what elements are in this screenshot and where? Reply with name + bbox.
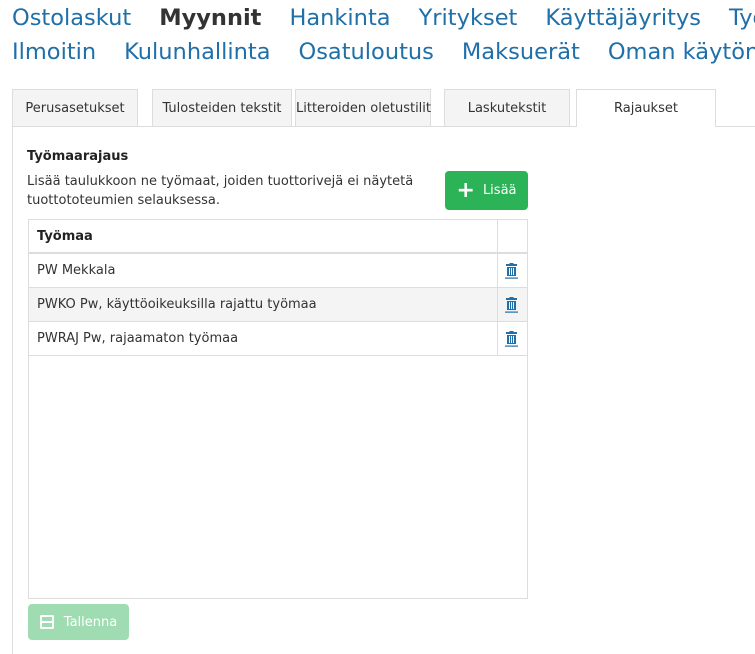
nav-item-oman-kayton[interactable]: Oman käytön A	[608, 39, 755, 65]
table-row: PWRAJ Pw, rajaamaton työmaa	[29, 322, 527, 356]
nav-item-ilmoitin[interactable]: Ilmoitin	[12, 39, 96, 65]
tab-laskutekstit[interactable]: Laskutekstit	[444, 89, 570, 126]
worksite-cell: PW Mekkala	[37, 263, 116, 278]
save-icon	[39, 615, 54, 629]
worksite-cell: PWKO Pw, käyttöoikeuksilla rajattu työma…	[37, 297, 317, 312]
nav-row-1: Ostolaskut Myynnit Hankinta Yritykset Käyttä…	[12, 1, 755, 35]
section-description: Lisää taulukkoon ne työmaat, joiden tuot…	[27, 174, 414, 208]
add-button[interactable]: + Lisää	[445, 171, 528, 210]
column-divider	[497, 322, 498, 355]
nav-item-myynnit[interactable]: Myynnit	[159, 5, 261, 31]
nav-item-yritykset[interactable]: Yritykset	[419, 5, 518, 31]
table-row: PWKO Pw, käyttöoikeuksilla rajattu työma…	[29, 288, 527, 322]
nav-item-hankinta[interactable]: Hankinta	[289, 5, 390, 31]
nav-item-osatuloutus[interactable]: Osatuloutus	[299, 39, 434, 65]
trash-icon[interactable]	[505, 331, 518, 347]
nav-item-ostolaskut[interactable]: Ostolaskut	[12, 5, 131, 31]
save-button[interactable]: Tallenna	[28, 604, 129, 640]
section-title: Työmaarajaus	[27, 149, 129, 164]
tab-perusasetukset[interactable]: Perusasetukset	[12, 89, 138, 126]
top-navigation: Ostolaskut Myynnit Hankinta Yritykset Käyttä…	[0, 0, 755, 80]
worksite-cell: PWRAJ Pw, rajaamaton työmaa	[37, 331, 239, 346]
nav-item-kayttajayritys[interactable]: Käyttäjäyritys	[545, 5, 701, 31]
worksite-table: Työmaa PW Mekkala PWKO Pw, käyttöoikeuks…	[28, 219, 528, 599]
nav-item-maksuerat[interactable]: Maksuerät	[462, 39, 580, 65]
column-header-tyomaa: Työmaa	[37, 229, 93, 244]
tab-tulosteiden-tekstit[interactable]: Tulosteiden tekstit	[152, 89, 292, 126]
tab-litteroiden-oletustilit[interactable]: Litteroiden oletustilit	[295, 89, 431, 126]
table-header: Työmaa	[29, 220, 527, 254]
settings-tabs: Perusasetukset Tulosteiden tekstit Litte…	[12, 89, 755, 127]
nav-item-tyoaika[interactable]: Työaik	[729, 5, 755, 31]
plus-icon: +	[456, 177, 475, 203]
column-divider	[497, 288, 498, 321]
nav-item-kulunhallinta[interactable]: Kulunhallinta	[124, 39, 270, 65]
column-divider	[497, 220, 498, 252]
column-divider	[497, 254, 498, 287]
save-button-label: Tallenna	[63, 614, 118, 630]
table-row: PW Mekkala	[29, 254, 527, 288]
nav-row-2: Ilmoitin Kulunhallinta Osatuloutus Maksuerä…	[12, 35, 755, 69]
add-button-label: Lisää	[482, 183, 517, 198]
trash-icon[interactable]	[505, 263, 518, 279]
tab-rajaukset[interactable]: Rajaukset	[576, 89, 716, 127]
trash-icon[interactable]	[505, 297, 518, 313]
